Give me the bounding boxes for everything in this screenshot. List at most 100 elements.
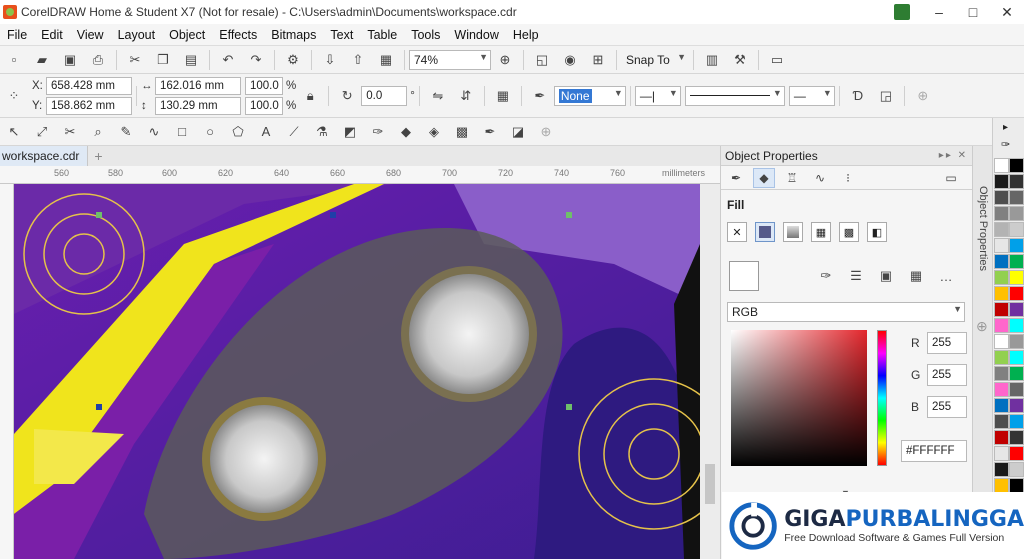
palette-swatch[interactable] (994, 190, 1009, 205)
texture-fill-icon[interactable]: ◧ (867, 222, 887, 242)
minimize-button[interactable]: – (922, 0, 956, 24)
palette-swatch[interactable] (1009, 334, 1024, 349)
palette-swatch[interactable] (1009, 430, 1024, 445)
snap-to-dropdown[interactable]: Snap To ▼ (621, 49, 689, 70)
palette-swatch[interactable] (994, 302, 1009, 317)
menu-table[interactable]: Table (360, 28, 404, 42)
pick-tool-icon[interactable]: ↖ (3, 121, 25, 143)
mesh-fill-icon[interactable]: ▩ (451, 121, 473, 143)
rotation-input[interactable]: 0.0 (361, 85, 408, 106)
curve-tab-icon[interactable]: ∿ (809, 168, 831, 188)
publish-pdf-icon[interactable]: ▦ (375, 49, 397, 71)
menu-effects[interactable]: Effects (212, 28, 264, 42)
selection-handle[interactable] (96, 212, 102, 218)
selection-handle[interactable] (566, 212, 572, 218)
document-tab[interactable]: workspace.cdr (0, 146, 89, 166)
palette-swatch[interactable] (994, 478, 1009, 493)
transparency-tool-icon[interactable]: ◩ (339, 121, 361, 143)
palette-swatch[interactable] (994, 318, 1009, 333)
palette-swatch[interactable] (994, 174, 1009, 189)
menu-layout[interactable]: Layout (111, 28, 163, 42)
wrap-text-icon[interactable]: Ɗ (847, 85, 869, 107)
add-tool-icon[interactable]: ⊕ (535, 121, 557, 143)
palette-swatch[interactable] (1009, 414, 1024, 429)
palette-swatch[interactable] (994, 414, 1009, 429)
menu-help[interactable]: Help (506, 28, 546, 42)
paste-icon[interactable]: ▤ (180, 49, 202, 71)
color-eyedropper-icon[interactable]: ✑ (367, 121, 389, 143)
palette-swatch[interactable] (1009, 158, 1024, 173)
palette-swatch[interactable] (994, 254, 1009, 269)
options-icon[interactable]: ⚒ (729, 49, 751, 71)
line-style-combo[interactable]: ▼ (684, 85, 785, 106)
menu-view[interactable]: View (70, 28, 111, 42)
smart-fill-icon[interactable]: ◈ (423, 121, 445, 143)
artistic-media-icon[interactable]: ∿ (143, 121, 165, 143)
store-icon[interactable] (894, 4, 910, 20)
uniform-fill-icon[interactable] (755, 222, 775, 242)
freehand-tool-icon[interactable]: ✎ (115, 121, 137, 143)
scrollbar-thumb[interactable] (705, 464, 715, 504)
palette-swatch[interactable] (1009, 254, 1024, 269)
lock-ratio-icon[interactable]: 🔒︎ (299, 85, 321, 107)
bitmap-pattern-fill-icon[interactable]: ▩ (839, 222, 859, 242)
palette-swatch[interactable] (1009, 270, 1024, 285)
width-input[interactable]: 162.016 mm (155, 76, 241, 95)
add-toolbar-icon[interactable]: ⊕ (912, 85, 934, 107)
palette-swatch[interactable] (994, 222, 1009, 237)
palette-swatch[interactable] (1009, 446, 1024, 461)
blue-input[interactable]: 255 (927, 396, 967, 418)
fill-tab-icon[interactable]: ◆ (753, 167, 775, 188)
palette-scroll-up-icon[interactable]: ▸ (1003, 122, 1008, 133)
print-icon[interactable]: ⎙ (87, 49, 109, 71)
palette-swatch[interactable] (1009, 478, 1024, 493)
start-arrowhead-combo[interactable]: —| ▼ (634, 85, 681, 106)
palette-swatch[interactable] (1009, 222, 1024, 237)
menu-window[interactable]: Window (447, 28, 505, 42)
palette-swatch[interactable] (994, 366, 1009, 381)
cut-icon[interactable]: ✂ (124, 49, 146, 71)
palette-swatch[interactable] (1009, 366, 1024, 381)
frame-tab-icon[interactable]: ▭ (940, 168, 962, 188)
palette-swatch[interactable] (1009, 318, 1024, 333)
mirror-vertical-icon[interactable]: ⇵ (455, 85, 477, 107)
palette-swatch[interactable] (994, 286, 1009, 301)
object-origin-icon[interactable]: ⁘ (3, 85, 25, 107)
show-grid-icon[interactable]: ⊞ (587, 49, 609, 71)
height-input[interactable]: 130.29 mm (155, 96, 241, 115)
outline-width-combo[interactable]: None ▼ (553, 85, 626, 106)
selection-handle[interactable] (96, 404, 102, 410)
horizontal-ruler[interactable]: 560 580 600 620 640 660 680 700 720 740 … (0, 166, 720, 184)
green-input[interactable]: 255 (927, 364, 967, 386)
connector-tool-icon[interactable]: ⟋ (283, 121, 305, 143)
palette-swatch[interactable] (1009, 302, 1024, 317)
palette-swatch[interactable] (994, 270, 1009, 285)
palette-swatch[interactable] (994, 430, 1009, 445)
fountain-fill-icon[interactable] (783, 222, 803, 242)
open-folder-icon[interactable]: ▰ (31, 49, 53, 71)
save-icon[interactable]: ▣ (59, 49, 81, 71)
undo-icon[interactable]: ↶ (217, 49, 239, 71)
selection-handle[interactable] (566, 404, 572, 410)
x-position-input[interactable]: 658.428 mm (46, 76, 132, 95)
align-distribute-icon[interactable]: ▦ (492, 85, 514, 107)
color-palettes-icon[interactable]: ▦ (905, 265, 927, 287)
docker-controls[interactable]: ▸▸ ✕ (939, 150, 968, 161)
menu-edit[interactable]: Edit (34, 28, 70, 42)
color-spectrum[interactable] (731, 330, 867, 466)
hex-color-input[interactable]: #FFFFFF (901, 440, 967, 462)
vertical-scrollbar[interactable] (700, 184, 720, 559)
menu-text[interactable]: Text (323, 28, 360, 42)
selection-handle[interactable] (330, 212, 336, 218)
y-position-input[interactable]: 158.862 mm (46, 96, 132, 115)
scale-height-input[interactable]: 100.0 (245, 96, 283, 115)
palette-swatch[interactable] (994, 334, 1009, 349)
palette-swatch[interactable] (994, 158, 1009, 173)
palette-swatch[interactable] (1009, 382, 1024, 397)
palette-swatch[interactable] (1009, 462, 1024, 477)
end-arrowhead-combo[interactable]: — ▼ (788, 85, 835, 106)
ellipse-tool-icon[interactable]: ○ (199, 121, 221, 143)
blend-tool-icon[interactable]: ⚗ (311, 121, 333, 143)
zoom-tool-icon[interactable]: ⌕ (87, 121, 109, 143)
more-options-icon[interactable]: … (935, 265, 957, 287)
